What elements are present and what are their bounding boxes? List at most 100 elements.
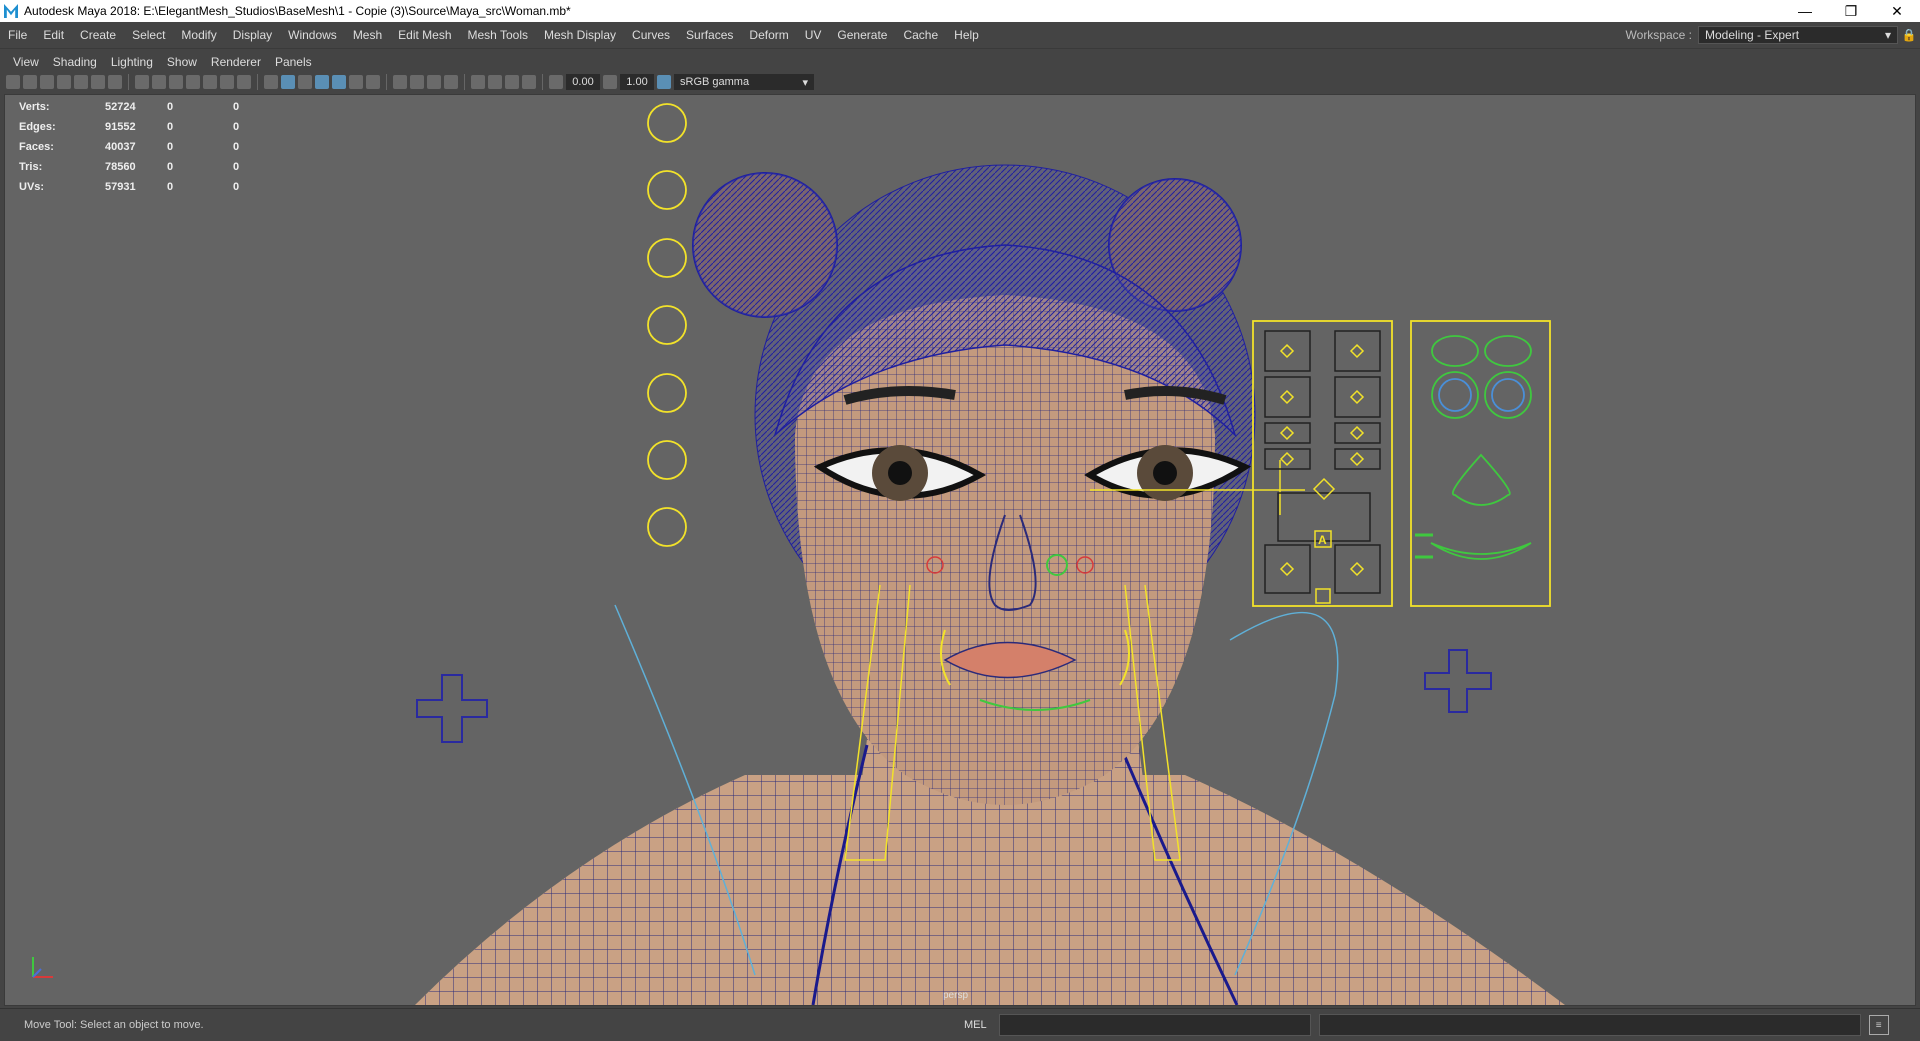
ambient-occlusion-icon[interactable] xyxy=(393,75,407,89)
menu-edit-mesh[interactable]: Edit Mesh xyxy=(390,22,459,48)
bookmark-icon[interactable] xyxy=(40,75,54,89)
axis-gizmo-icon xyxy=(32,957,53,978)
grease-pencil-icon[interactable] xyxy=(74,75,88,89)
menu-cache[interactable]: Cache xyxy=(895,22,946,48)
image-plane-icon[interactable] xyxy=(57,75,71,89)
wireframe-on-shaded-icon[interactable] xyxy=(315,75,329,89)
menu-generate[interactable]: Generate xyxy=(829,22,895,48)
rig-circle-3 xyxy=(647,238,687,278)
panel-toolbar: 0.00 1.00 sRGB gamma ▾ xyxy=(6,72,1912,92)
lock-icon[interactable]: 🔒 xyxy=(1898,28,1920,42)
title-bar: Autodesk Maya 2018: E:\ElegantMesh_Studi… xyxy=(0,0,1920,22)
pencil-icon[interactable] xyxy=(108,75,122,89)
gamma-icon[interactable] xyxy=(603,75,617,89)
mouth-shape xyxy=(1430,542,1532,560)
face-panel-box-11 xyxy=(1334,544,1381,594)
menu-mesh-display[interactable]: Mesh Display xyxy=(536,22,624,48)
menu-edit[interactable]: Edit xyxy=(35,22,72,48)
smooth-shade-icon[interactable] xyxy=(281,75,295,89)
resolution-gate-icon[interactable] xyxy=(169,75,183,89)
menu-curves[interactable]: Curves xyxy=(624,22,678,48)
gamma-field[interactable]: 1.00 xyxy=(620,74,654,90)
xray-active-icon[interactable] xyxy=(505,75,519,89)
shadows-icon[interactable] xyxy=(366,75,380,89)
script-editor-icon[interactable]: ≡ xyxy=(1868,1015,1889,1035)
frame-all-icon[interactable] xyxy=(522,75,536,89)
minimize-button[interactable]: — xyxy=(1782,0,1828,22)
panel-menu-view[interactable]: View xyxy=(6,55,46,69)
exposure-field[interactable]: 0.00 xyxy=(566,74,600,90)
rig-circle-4 xyxy=(647,305,687,345)
workspace-dropdown[interactable]: Modeling - Expert ▾ xyxy=(1698,26,1898,44)
field-chart-icon[interactable] xyxy=(203,75,217,89)
menu-windows[interactable]: Windows xyxy=(280,22,345,48)
command-input[interactable] xyxy=(998,1014,1311,1036)
perspective-viewport[interactable]: A Verts: 52724 0 0 Edges: 91552 0 0 Face… xyxy=(4,94,1916,1006)
menu-mesh-tools[interactable]: Mesh Tools xyxy=(460,22,536,48)
color-management-icon[interactable] xyxy=(657,75,671,89)
panel-menu-renderer[interactable]: Renderer xyxy=(204,55,268,69)
2d-pan-zoom-icon[interactable] xyxy=(91,75,105,89)
safe-action-icon[interactable] xyxy=(220,75,234,89)
menu-file[interactable]: File xyxy=(0,22,35,48)
menu-create[interactable]: Create xyxy=(72,22,124,48)
poly-count-hud: Verts: 52724 0 0 Edges: 91552 0 0 Faces:… xyxy=(19,97,253,197)
face-panel-box-4 xyxy=(1334,376,1381,418)
hud-selected: 0 xyxy=(167,101,174,113)
panel-menu-lighting[interactable]: Lighting xyxy=(104,55,160,69)
hud-selected: 0 xyxy=(167,161,174,173)
wireframe-icon[interactable] xyxy=(264,75,278,89)
multisample-icon[interactable] xyxy=(427,75,441,89)
safe-title-icon[interactable] xyxy=(237,75,251,89)
hud-value: 40037 xyxy=(105,141,136,153)
panel-menu-panels[interactable]: Panels xyxy=(268,55,319,69)
camera-select-icon[interactable] xyxy=(6,75,20,89)
face-panel-smile-box xyxy=(1315,588,1331,604)
menu-display[interactable]: Display xyxy=(225,22,280,48)
menu-deform[interactable]: Deform xyxy=(741,22,796,48)
rig-circle-6 xyxy=(647,440,687,480)
panel-menu-shading[interactable]: Shading xyxy=(46,55,104,69)
film-gate-icon[interactable] xyxy=(152,75,166,89)
hud-value: 52724 xyxy=(105,101,136,113)
toolbar-divider xyxy=(542,74,543,90)
mouth-sliders xyxy=(1415,533,1433,559)
restore-button[interactable]: ❐ xyxy=(1828,0,1874,22)
menu-mesh[interactable]: Mesh xyxy=(345,22,390,48)
hud-component: 0 xyxy=(233,181,240,193)
gate-mask-icon[interactable] xyxy=(186,75,200,89)
hud-component: 0 xyxy=(233,101,240,113)
menu-uv[interactable]: UV xyxy=(797,22,830,48)
close-button[interactable]: ✕ xyxy=(1874,0,1920,22)
toolbar-divider xyxy=(464,74,465,90)
menu-help[interactable]: Help xyxy=(946,22,987,48)
hud-label: Edges: xyxy=(19,121,56,133)
help-line: Move Tool: Select an object to move. xyxy=(24,1019,204,1031)
depth-of-field-icon[interactable] xyxy=(444,75,458,89)
hud-component: 0 xyxy=(233,121,240,133)
main-menu-bar: File Edit Create Select Modify Display W… xyxy=(0,22,1920,49)
menu-surfaces[interactable]: Surfaces xyxy=(678,22,741,48)
motion-blur-icon[interactable] xyxy=(410,75,424,89)
view-transform-dropdown[interactable]: sRGB gamma ▾ xyxy=(674,74,814,90)
grid-icon[interactable] xyxy=(135,75,149,89)
menu-select[interactable]: Select xyxy=(124,22,173,48)
isolate-select-icon[interactable] xyxy=(471,75,485,89)
use-all-lights-icon[interactable] xyxy=(349,75,363,89)
xray-icon[interactable] xyxy=(332,75,346,89)
exposure-icon[interactable] xyxy=(549,75,563,89)
hud-selected: 0 xyxy=(167,121,174,133)
hud-row-tris: Tris: 78560 0 0 xyxy=(19,157,253,177)
panel-menu-show[interactable]: Show xyxy=(160,55,204,69)
camera-attributes-icon[interactable] xyxy=(23,75,37,89)
mel-language-toggle[interactable]: MEL xyxy=(964,1019,987,1031)
cross-control-right xyxy=(1424,649,1492,713)
window-controls: — ❐ ✕ xyxy=(1782,0,1920,22)
hud-selected: 0 xyxy=(167,181,174,193)
menu-modify[interactable]: Modify xyxy=(173,22,224,48)
toolbar-divider xyxy=(257,74,258,90)
face-panel-box-3 xyxy=(1264,376,1311,418)
default-material-icon[interactable] xyxy=(298,75,312,89)
rig-circle-5 xyxy=(647,373,687,413)
xray-joints-icon[interactable] xyxy=(488,75,502,89)
